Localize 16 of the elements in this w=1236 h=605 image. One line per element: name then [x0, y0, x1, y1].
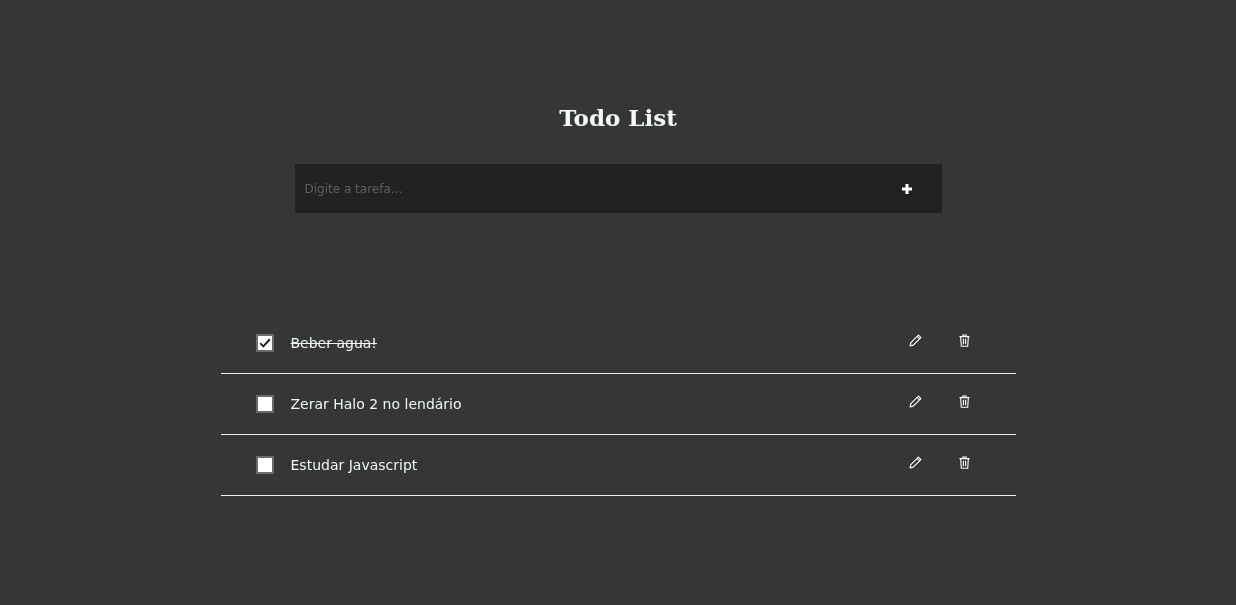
trash-icon [959, 333, 970, 347]
task-text: Estudar Javascript [290, 457, 419, 473]
task-text: Zerar Halo 2 no lendário [290, 396, 463, 412]
task-input-field[interactable]: Digite a tarefa... [294, 164, 872, 213]
task-text: Beber agua! [290, 335, 378, 351]
trash-icon [959, 394, 970, 408]
pencil-icon [909, 333, 922, 347]
pencil-icon [909, 455, 922, 469]
pencil-icon [909, 394, 922, 408]
plus-icon [901, 183, 912, 194]
trash-icon [959, 455, 970, 469]
page-title: Todo List [559, 103, 677, 133]
task-checkbox[interactable] [255, 456, 274, 474]
checkmark-icon [258, 338, 271, 348]
task-checkbox[interactable] [255, 334, 274, 352]
task-checkbox[interactable] [255, 395, 274, 413]
